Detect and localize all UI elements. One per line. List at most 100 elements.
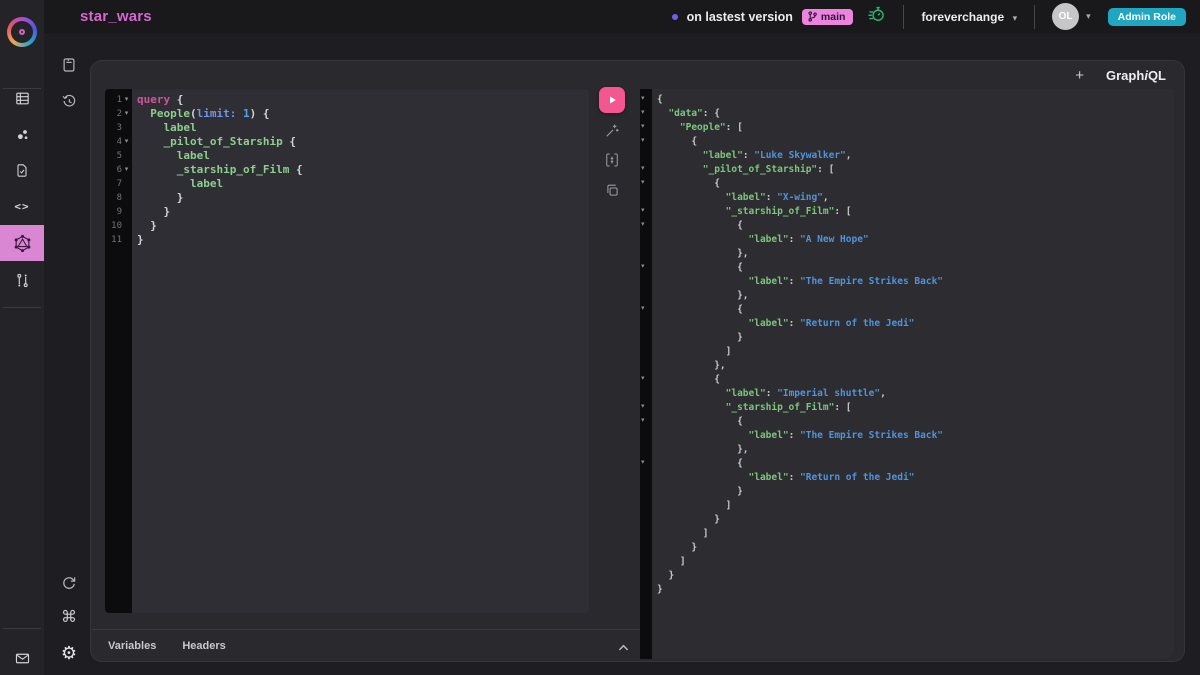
tab-headers[interactable]: Headers <box>182 640 225 652</box>
divider <box>903 5 904 29</box>
sidebar-item-graph[interactable] <box>0 116 44 152</box>
response-line: ] <box>657 499 1174 513</box>
graph-nodes-icon <box>14 126 31 143</box>
graphiql-panel: + GraphiQL 1▾query {2▾ People(limit: 1) … <box>90 60 1185 662</box>
code-token: : <box>789 276 800 287</box>
status-dot <box>672 14 678 20</box>
line-number: 5 <box>109 149 122 163</box>
line-number: 7 <box>109 177 122 191</box>
org-selector[interactable]: foreverchange ▾ <box>921 8 1017 26</box>
code-line: 9 } <box>105 205 589 219</box>
branch-badge[interactable]: main <box>802 9 854 25</box>
fold-caret-icon[interactable]: ▾ <box>641 459 645 467</box>
code-token: _pilot_of_Starship <box>137 135 283 148</box>
code-token: }, <box>657 444 749 455</box>
response-line: { <box>657 93 1174 107</box>
sidebar-item-validate[interactable] <box>0 152 44 188</box>
code-line: 7 label <box>105 177 589 191</box>
response-line: "label": "The Empire Strikes Back" <box>657 429 1174 443</box>
graphiql-logo[interactable]: GraphiQL <box>1106 68 1166 83</box>
fold-caret-icon[interactable]: ▾ <box>641 305 645 313</box>
history-button[interactable] <box>56 88 82 114</box>
code-token: { <box>657 416 743 427</box>
app-root: star_wars on lastest version main <box>0 0 1200 675</box>
fold-caret-icon[interactable]: ▾ <box>641 263 645 271</box>
code-text: _pilot_of_Starship { <box>137 135 296 149</box>
keyboard-shortcuts-icon: ⌘ <box>61 610 77 626</box>
code-token: } <box>657 570 674 581</box>
fold-caret-icon[interactable]: ▾ <box>641 207 645 215</box>
table-icon <box>14 90 31 107</box>
sidebar-item-schema[interactable] <box>0 80 44 116</box>
fold-caret-icon[interactable]: ▾ <box>641 109 645 117</box>
code-token: limit: <box>197 107 237 120</box>
timer-button[interactable] <box>866 4 886 29</box>
response-line: } <box>657 485 1174 499</box>
code-token: } <box>137 219 157 232</box>
response-line: { <box>657 219 1174 233</box>
response-line: } <box>657 583 1174 597</box>
response-line: ] <box>657 345 1174 359</box>
fold-caret-icon[interactable]: ▾ <box>122 107 131 121</box>
user-menu[interactable]: OL ▾ <box>1052 3 1091 30</box>
fold-caret-icon[interactable]: ▾ <box>641 123 645 131</box>
code-token: : <box>789 472 800 483</box>
code-text: query { <box>137 93 183 107</box>
add-tab-button[interactable]: + <box>1075 67 1084 84</box>
code-token <box>657 108 668 119</box>
sidebar-item-code[interactable]: <> <box>0 188 44 224</box>
refetch-schema-button[interactable] <box>56 570 82 596</box>
code-text: } <box>137 191 183 205</box>
graphiql-header: + GraphiQL <box>1075 67 1166 84</box>
docs-button[interactable] <box>56 52 82 78</box>
gear-icon: ⚙ <box>61 644 77 662</box>
settings-button[interactable]: ⚙ <box>56 640 82 666</box>
sidebar-item-mail[interactable] <box>0 640 44 675</box>
page-title: star_wars <box>80 8 152 25</box>
code-token: ) { <box>250 107 270 120</box>
code-line: 3 label <box>105 121 589 135</box>
tab-variables[interactable]: Variables <box>108 640 156 652</box>
fold-caret-icon[interactable]: ▾ <box>641 95 645 103</box>
code-token: ] <box>657 528 708 539</box>
app-logo[interactable] <box>7 17 37 47</box>
response-line: "label": "Return of the Jedi" <box>657 471 1174 485</box>
line-number: 10 <box>109 219 122 233</box>
fold-caret-icon[interactable]: ▾ <box>641 417 645 425</box>
code-token: : [ <box>834 206 851 217</box>
line-gutter: 9 <box>105 205 132 219</box>
fold-caret-icon[interactable]: ▾ <box>641 403 645 411</box>
pane-divider[interactable]: ▾ ▾ ▾ ▾ ▾ ▾ ▾ ▾ ▾ ▾ ▾ ▾ ▾ ▾ <box>640 89 652 659</box>
sidebar-item-branches[interactable] <box>0 262 44 298</box>
fold-caret-icon[interactable]: ▾ <box>641 179 645 187</box>
copy-query-button[interactable] <box>601 179 623 201</box>
query-editor[interactable]: 1▾query {2▾ People(limit: 1) {3 label4▾ … <box>105 89 589 613</box>
response-line: } <box>657 331 1174 345</box>
fold-caret-icon[interactable]: ▾ <box>122 163 131 177</box>
code-token <box>657 402 726 413</box>
fold-caret-icon[interactable]: ▾ <box>122 93 131 107</box>
fold-caret-icon[interactable]: ▾ <box>641 137 645 145</box>
response-line: "label": "The Empire Strikes Back" <box>657 275 1174 289</box>
code-token <box>657 150 703 161</box>
prettify-button[interactable] <box>601 120 623 142</box>
code-line: 11} <box>105 233 589 247</box>
execute-button[interactable] <box>599 87 625 113</box>
collapse-footer-button[interactable] <box>618 639 629 657</box>
keyboard-shortcuts-button[interactable]: ⌘ <box>56 605 82 631</box>
response-line: }, <box>657 247 1174 261</box>
fold-caret-icon[interactable]: ▾ <box>641 375 645 383</box>
code-token: : [ <box>726 122 743 133</box>
fold-caret-icon[interactable]: ▾ <box>641 221 645 229</box>
merge-fragments-button[interactable] <box>601 149 623 171</box>
code-text: _starship_of_Film { <box>137 163 303 177</box>
code-token: "label" <box>749 472 789 483</box>
fold-caret-icon[interactable]: ▾ <box>122 135 131 149</box>
fold-caret-icon[interactable]: ▾ <box>641 165 645 173</box>
code-token: query <box>137 93 170 106</box>
code-text: People(limit: 1) { <box>137 107 269 121</box>
sidebar-item-graphql[interactable] <box>0 225 44 261</box>
code-token: label <box>137 177 223 190</box>
code-token <box>657 388 726 399</box>
response-line: } <box>657 513 1174 527</box>
